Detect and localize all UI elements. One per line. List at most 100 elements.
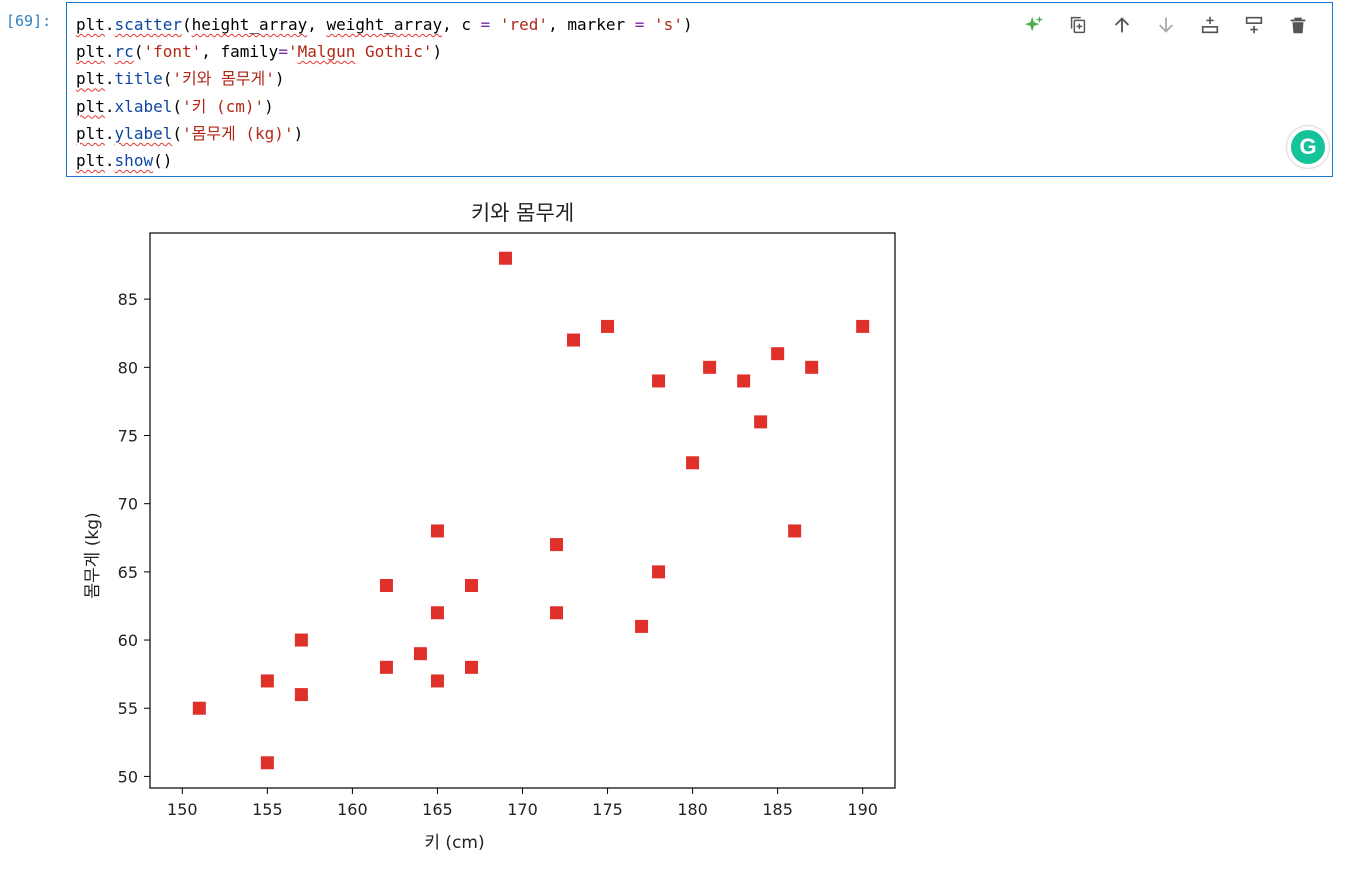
arrow-down-icon[interactable] (1146, 11, 1186, 39)
y-tick-label: 70 (118, 495, 138, 514)
code-token: height_array (191, 15, 308, 34)
grammarly-icon[interactable]: G (1287, 126, 1329, 168)
data-point (260, 674, 274, 688)
data-point (805, 360, 819, 374)
code-token: ( (181, 15, 192, 34)
code-token: ylabel (114, 123, 173, 143)
code-token: ( (172, 96, 182, 116)
code-editor[interactable]: plt.scatter(height_array, weight_array, … (76, 11, 693, 174)
y-tick-label: 55 (118, 699, 138, 718)
x-tick-label: 180 (677, 800, 708, 819)
code-token: . (104, 96, 115, 116)
data-point (703, 360, 717, 374)
x-tick-label: 170 (507, 800, 538, 819)
x-tick-label: 155 (252, 800, 283, 819)
data-point (686, 456, 700, 470)
data-point (464, 579, 478, 592)
data-point (294, 633, 308, 647)
code-token: , c (442, 15, 481, 34)
data-point (260, 756, 274, 770)
data-point (550, 538, 564, 552)
code-token: plt (76, 96, 105, 116)
data-point (464, 660, 478, 674)
code-token: . (104, 15, 115, 34)
data-point (413, 647, 427, 661)
code-token: ) (432, 42, 443, 62)
plot-frame (149, 232, 896, 789)
sparkle-icon[interactable] (1014, 11, 1054, 39)
y-tick-label: 65 (118, 563, 138, 582)
code-token: plt (76, 150, 105, 170)
x-tick-label: 160 (337, 800, 368, 819)
data-point (856, 319, 870, 333)
code-token: = (278, 42, 288, 62)
code-token: '키 (cm)' (181, 96, 265, 116)
data-point (430, 606, 444, 620)
code-token: ( (172, 123, 182, 143)
code-token: Malgun (297, 42, 356, 62)
code-token: . (104, 123, 115, 143)
code-token: plt (76, 42, 105, 62)
code-token: scatter (114, 15, 182, 34)
y-tick-label: 60 (118, 631, 138, 650)
data-point (294, 688, 308, 702)
y-tick-label: 50 (118, 767, 138, 786)
data-point (379, 579, 393, 592)
code-token: Gothic' (355, 42, 433, 62)
arrow-up-icon[interactable] (1102, 11, 1142, 39)
code-token: plt (76, 69, 105, 89)
data-point (737, 374, 751, 388)
duplicate-icon[interactable] (1058, 11, 1098, 39)
data-point (430, 524, 444, 538)
insert-below-icon[interactable] (1234, 11, 1274, 39)
code-token: show (114, 150, 154, 170)
code-token: '몸무게 (kg)' (181, 123, 294, 143)
code-token: . (104, 150, 115, 170)
code-token: ( (162, 69, 173, 89)
data-point (192, 701, 206, 715)
code-line: plt.show() (76, 147, 693, 174)
code-token: 's' (654, 15, 683, 34)
code-cell[interactable]: plt.scatter(height_array, weight_array, … (66, 2, 1333, 177)
code-token: weight_array (326, 15, 443, 34)
chart-title: 키와 몸무게 (471, 201, 574, 225)
y-tick-label: 75 (118, 427, 138, 446)
data-point (379, 660, 393, 674)
data-point (754, 415, 768, 429)
code-token: ' (287, 42, 298, 62)
code-token: xlabel (114, 96, 173, 116)
insert-above-icon[interactable] (1190, 11, 1230, 39)
code-token: ) (274, 69, 285, 89)
code-line: plt.ylabel('몸무게 (kg)') (76, 120, 693, 147)
data-point (788, 524, 802, 538)
code-token: '키와 몸무게' (172, 69, 275, 89)
data-point (652, 374, 666, 388)
code-token: . (104, 69, 115, 89)
code-line: plt.rc('font', family='Malgun Gothic') (76, 38, 693, 65)
cell-toolbar (1014, 11, 1318, 39)
data-point (498, 251, 512, 265)
delete-icon[interactable] (1278, 11, 1318, 39)
x-tick-label: 175 (592, 800, 623, 819)
code-token: title (114, 69, 163, 89)
x-tick-label: 165 (422, 800, 453, 819)
code-line: plt.scatter(height_array, weight_array, … (76, 11, 693, 38)
code-token: plt (76, 15, 105, 34)
code-token: rc (114, 42, 134, 62)
x-tick-label: 150 (167, 800, 198, 819)
data-point (635, 619, 649, 633)
data-point (601, 319, 615, 333)
code-token: plt (76, 123, 105, 143)
code-token: , family (201, 42, 279, 62)
code-token: ) (293, 123, 304, 143)
x-tick-label: 185 (762, 800, 793, 819)
code-token: , marker (548, 15, 635, 34)
code-token: = (634, 15, 645, 34)
data-point (430, 674, 444, 688)
y-tick-label: 80 (118, 358, 138, 377)
execution-count: [69]: (6, 12, 52, 30)
y-tick-label: 85 (118, 290, 138, 309)
code-token: 'font' (143, 42, 202, 62)
